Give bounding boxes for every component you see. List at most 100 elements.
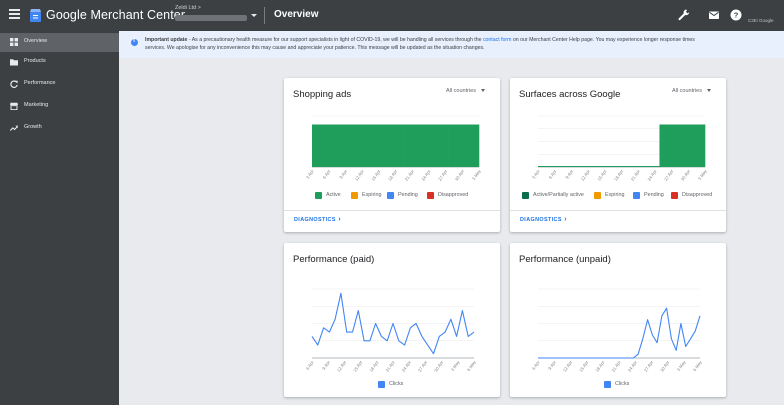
x-tick-label: 24 Apr — [420, 168, 432, 182]
menu-icon[interactable] — [9, 9, 20, 22]
x-tick-label: 9 Apr — [321, 359, 331, 371]
bar — [342, 124, 358, 167]
legend-label: Clicks — [615, 381, 630, 387]
bar — [372, 124, 389, 167]
x-tick-label: 30 Apr — [433, 359, 445, 373]
sidebar-item-label: Overview — [24, 38, 47, 44]
bar — [418, 124, 434, 167]
svg-text:?: ? — [734, 11, 739, 20]
account-name: Zeldi Ltd > — [175, 5, 201, 11]
notice-line-1b: on our Merchant Center Help page. You ma… — [511, 37, 695, 43]
x-tick-label: 3 May — [697, 168, 708, 181]
diagnostics-link[interactable]: DIAGNOSTICS — [294, 216, 341, 223]
surfaces-chart: 3 Apr 6 Apr 9 Apr 12 Apr 15 Apr 18 Apr 21 Apr 2… — [531, 115, 708, 182]
x-tick-label: 12 Apr — [354, 168, 366, 182]
x-tick-label: 27 Apr — [643, 359, 655, 373]
sidebar-item-marketing[interactable]: Marketing — [0, 97, 119, 116]
legend-label: Clicks — [389, 381, 404, 387]
trending-up-icon — [10, 125, 18, 131]
x-tick-label: 30 Apr — [454, 168, 466, 182]
notice-text: Important update - As a precautionary he… — [145, 37, 784, 52]
contact-form-link[interactable]: contact form — [483, 37, 512, 43]
x-tick-label: 3 May — [471, 168, 482, 181]
bar — [403, 124, 419, 167]
sidebar-item-performance[interactable]: Performance — [0, 75, 119, 94]
legend-label: Pending — [644, 192, 664, 198]
x-tick-label: 27 Apr — [417, 359, 429, 373]
legend-swatch — [604, 381, 611, 388]
bar — [357, 124, 374, 167]
store-icon — [10, 102, 18, 110]
x-tick-label: 21 Apr — [385, 359, 397, 373]
notice-line-1a: - As a precautionary health measure for … — [187, 37, 483, 43]
bar — [463, 124, 480, 167]
x-tick-label: 24 Apr — [646, 168, 658, 182]
legend-label: Active — [326, 192, 341, 198]
performance-paid-chart: 6 Apr 9 Apr 12 Apr 15 Apr 18 Apr 21 Apr 24 Apr… — [305, 288, 477, 373]
account-label: C3Ei Google — [748, 18, 774, 23]
bar — [433, 124, 449, 167]
x-tick-label: 30 Apr — [659, 359, 671, 373]
x-tick-label: 12 Apr — [336, 359, 348, 373]
series-line — [538, 307, 701, 359]
covid-notice-banner: Important update - As a precautionary he… — [119, 31, 784, 58]
sidebar-item-growth[interactable]: Growth — [0, 119, 119, 138]
x-tick-label: 3 May — [450, 359, 461, 372]
x-tick-label: 12 Apr — [580, 168, 592, 182]
help-icon[interactable]: ? — [729, 8, 743, 22]
folder-icon — [10, 59, 18, 66]
notice-line-2: services. We apologise for any inconveni… — [145, 44, 485, 51]
performance-paid-card: Performance (paid) 6 Apr 9 Apr 12 Apr 15 Ap… — [284, 243, 500, 397]
brand-title: Google Merchant Center — [46, 8, 186, 22]
x-tick-label: 15 Apr — [596, 168, 608, 182]
x-tick-label: 15 Apr — [370, 168, 382, 182]
legend-label: Expiring — [605, 192, 625, 198]
divider — [510, 210, 726, 211]
legend-swatch — [594, 192, 601, 199]
x-tick-label: 6 May — [466, 359, 477, 372]
merchant-center-logo — [30, 9, 41, 22]
x-tick-label: 18 Apr — [368, 359, 380, 373]
x-tick-label: 27 Apr — [663, 168, 675, 182]
x-tick-label: 21 Apr — [630, 168, 642, 182]
account-switcher[interactable]: Zeldi Ltd > — [172, 4, 258, 26]
grid-icon — [10, 38, 18, 46]
surfaces-card: Surfaces across Google All countries 3 A… — [510, 78, 726, 232]
mail-icon[interactable] — [707, 8, 721, 22]
shopping-ads-chart: 3 Apr 6 Apr 9 Apr 12 Apr 15 Apr 18 Apr 21 Apr 2… — [305, 115, 482, 182]
wrench-icon[interactable] — [677, 8, 691, 22]
legend-swatch — [522, 192, 529, 199]
account-id-redacted — [175, 15, 247, 21]
x-tick-label: 6 Apr — [322, 168, 332, 180]
legend-label: Active/Partially active — [533, 192, 584, 198]
sidebar-item-overview[interactable]: Overview — [0, 33, 119, 52]
area-segment — [659, 124, 675, 167]
sidebar-item-label: Performance — [24, 80, 56, 86]
x-tick-label: 6 Apr — [548, 168, 558, 180]
legend-swatch — [387, 192, 394, 199]
bar — [327, 124, 343, 167]
legend-swatch — [671, 192, 678, 199]
bar — [387, 124, 404, 167]
x-tick-label: 15 Apr — [578, 359, 590, 373]
diagnostics-link[interactable]: DIAGNOSTICS — [520, 216, 567, 223]
sidebar-item-label: Products — [24, 58, 46, 64]
sidebar-item-products[interactable]: Products — [0, 53, 119, 72]
legend-swatch — [427, 192, 434, 199]
page-title: Overview — [274, 9, 319, 20]
bar — [448, 124, 465, 167]
x-tick-label: 27 Apr — [437, 168, 449, 182]
x-tick-label: 3 Apr — [305, 168, 315, 180]
legend-label: Expiring — [362, 192, 382, 198]
performance-unpaid-card: Performance (unpaid) 6 Apr 9 Apr 12 Apr 15 … — [510, 243, 726, 397]
x-tick-label: 3 Apr — [531, 168, 541, 180]
refresh-icon — [10, 80, 18, 88]
x-tick-label: 3 May — [676, 359, 687, 372]
x-tick-label: 9 Apr — [338, 168, 348, 180]
x-tick-label: 18 Apr — [594, 359, 606, 373]
x-tick-label: 9 Apr — [564, 168, 574, 180]
x-tick-label: 9 Apr — [547, 359, 557, 371]
x-tick-label: 18 Apr — [387, 168, 399, 182]
info-icon — [131, 38, 138, 46]
legend-swatch — [378, 381, 385, 388]
